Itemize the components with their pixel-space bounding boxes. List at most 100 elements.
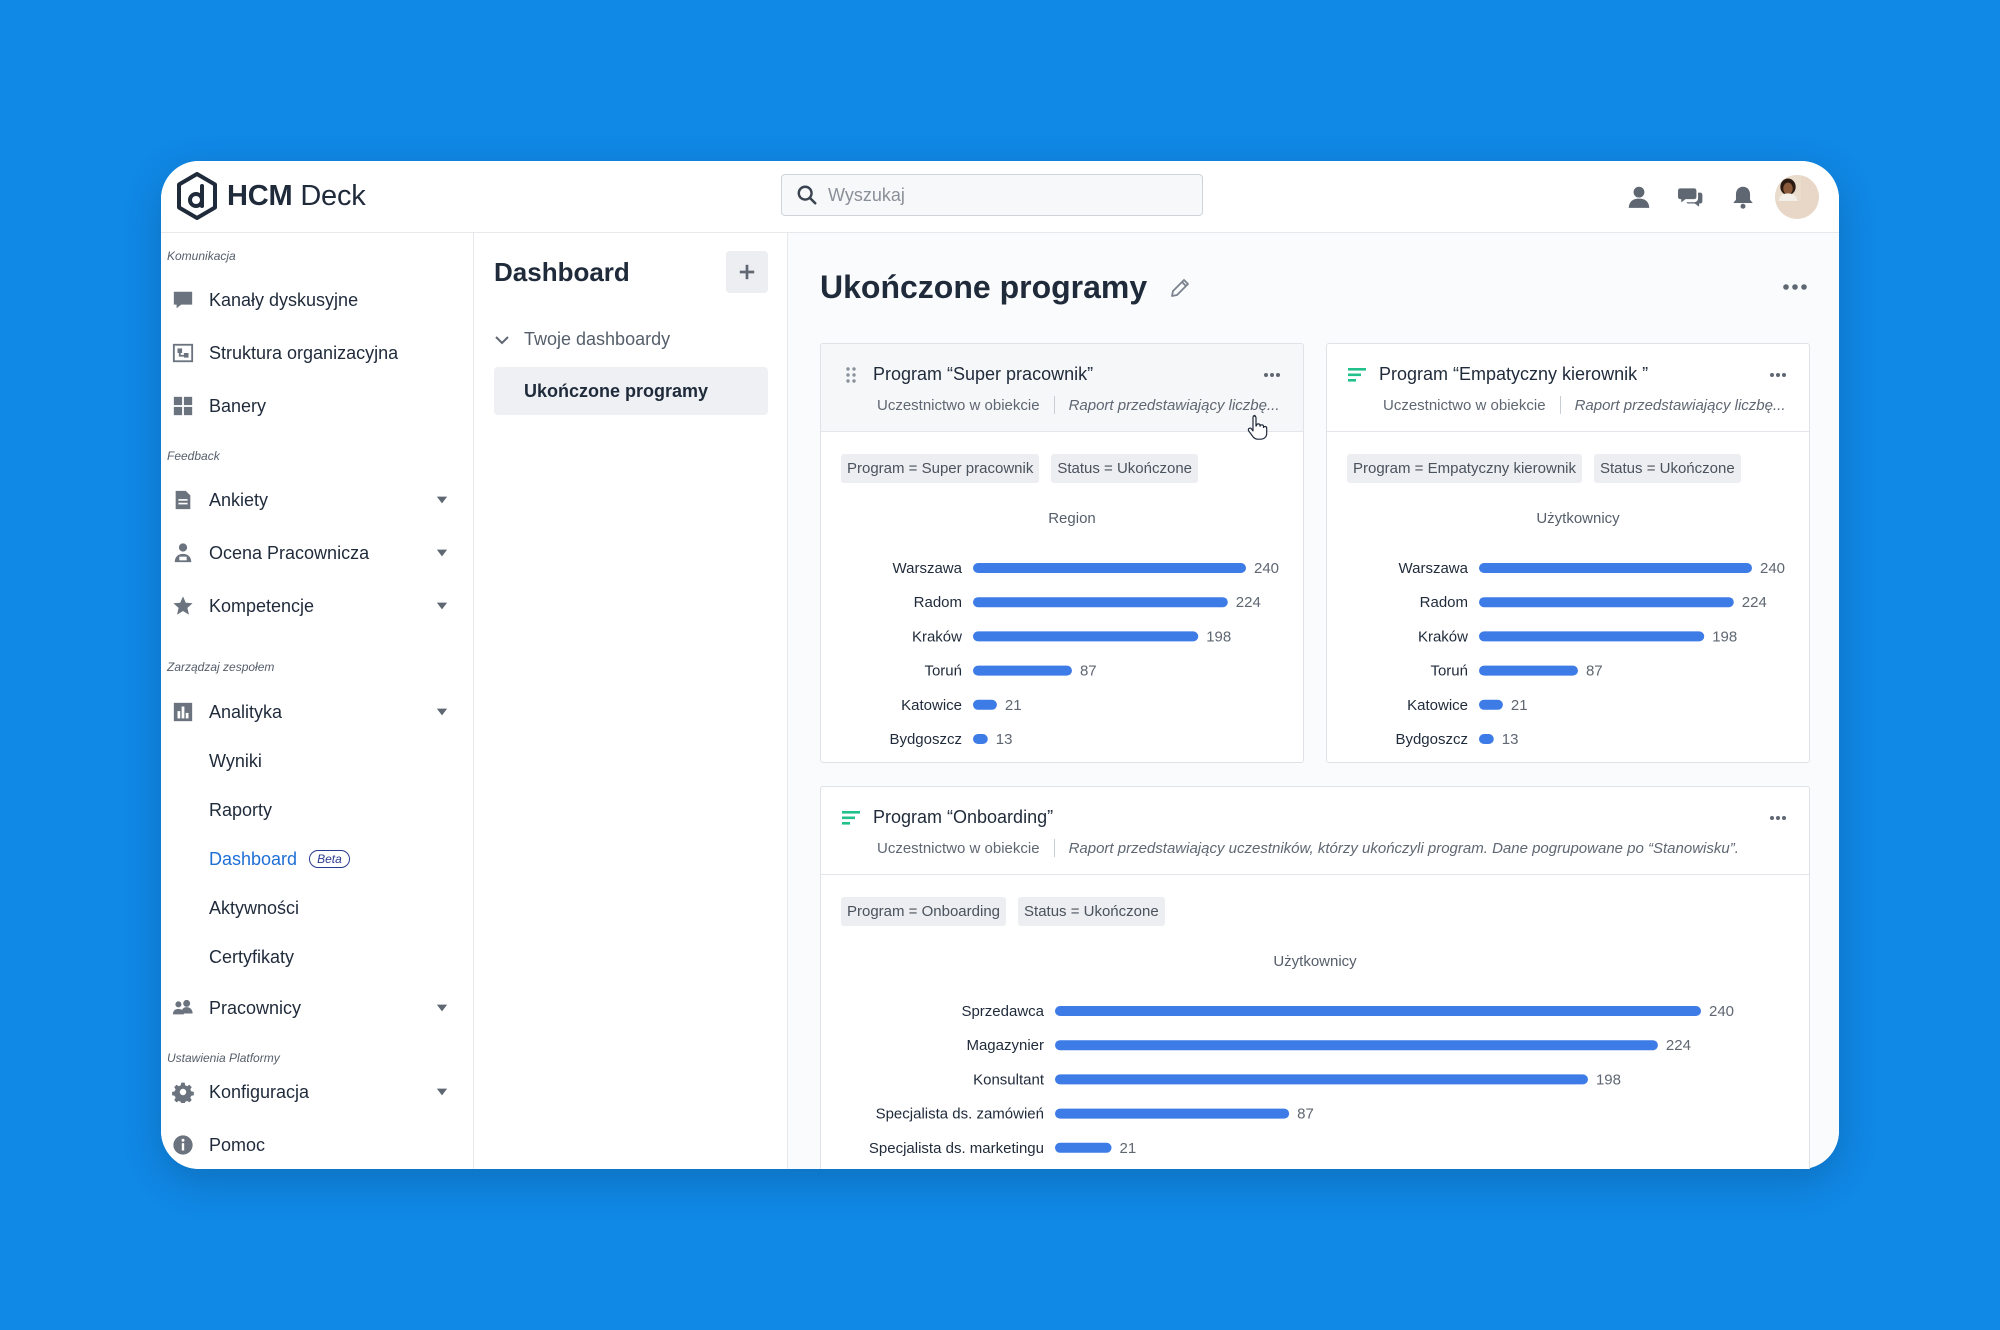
person-review-icon: [171, 541, 195, 565]
sidebar-item-analytics[interactable]: Analityka: [161, 690, 474, 734]
value-label: 240: [1760, 560, 1785, 577]
filter-chip[interactable]: Status = Ukończone: [1018, 897, 1165, 926]
card-more-icon[interactable]: [1263, 370, 1281, 380]
sidebar-item-employees[interactable]: Pracownicy: [161, 986, 474, 1030]
data-bar[interactable]: [1479, 563, 1752, 573]
category-label: Kraków: [1418, 628, 1468, 645]
dashboards-group-toggle[interactable]: Twoje dashboardy: [494, 329, 670, 350]
data-bar[interactable]: [1055, 1040, 1658, 1051]
data-bar[interactable]: [1055, 1142, 1112, 1153]
category-label: Bydgoszcz: [1395, 731, 1468, 748]
hcm-logo-icon: [177, 172, 217, 220]
sidebar-subitem-reports[interactable]: Raporty: [209, 792, 272, 828]
chart-axis-label: Użytkownicy: [1273, 953, 1357, 970]
card-more-icon[interactable]: [1769, 813, 1787, 823]
sidebar-item-label: Konfiguracja: [209, 1081, 310, 1102]
sidebar-item-surveys[interactable]: Ankiety: [161, 478, 474, 522]
sidebar-subitem-results[interactable]: Wyniki: [209, 743, 262, 779]
section-label-communication: Komunikacja: [167, 249, 236, 263]
sidebar-item-competences[interactable]: Kompetencje: [161, 584, 474, 628]
category-label: Magazynier: [966, 1037, 1044, 1054]
add-dashboard-button[interactable]: [726, 251, 768, 293]
section-label-team: Zarządzaj zespołem: [167, 660, 275, 674]
grid-icon: [171, 394, 195, 418]
data-bar[interactable]: [1479, 734, 1494, 744]
sidebar-subitem-certificates[interactable]: Certyfikaty: [209, 939, 294, 975]
filter-chip[interactable]: Program = Super pracownik: [841, 454, 1040, 483]
category-label: Katowice: [901, 697, 962, 714]
data-bar[interactable]: [1479, 665, 1578, 676]
category-label: Toruń: [924, 663, 962, 680]
sidebar-subitem-dashboard[interactable]: Dashboard Beta: [209, 841, 350, 877]
bar-chart: Sprzedawca 240 Magazynier 224 Konsultant 198 S…: [869, 1003, 1734, 1157]
search-input[interactable]: [828, 184, 1188, 206]
data-bar[interactable]: [1479, 597, 1734, 608]
bar-chart: Warszawa 240 Radom 224 Kraków 198 Toruń 87 Katow…: [889, 560, 1279, 748]
dashboard-panel-title: Dashboard: [494, 257, 630, 287]
category-label: Specjalista ds. marketingu: [869, 1140, 1044, 1157]
data-bar[interactable]: [973, 631, 1199, 642]
chevron-down-icon[interactable]: [435, 1001, 449, 1015]
category-label: Specjalista ds. zamówień: [876, 1106, 1044, 1123]
sidebar-item-discussion-channels[interactable]: Kanały dyskusyjne: [161, 278, 474, 322]
filter-chip[interactable]: Status = Ukończone: [1051, 454, 1199, 483]
sidebar-subitem-activities[interactable]: Aktywności: [209, 890, 299, 926]
value-label: 240: [1709, 1003, 1734, 1020]
drag-handle-icon[interactable]: [841, 365, 861, 385]
filter-chip[interactable]: Status = Ukończone: [1594, 454, 1741, 483]
value-label: 13: [996, 731, 1013, 748]
data-bar[interactable]: [1055, 1074, 1588, 1085]
beta-badge: Beta: [309, 850, 350, 868]
data-bar[interactable]: [1055, 1006, 1701, 1016]
messages-button[interactable]: [1665, 173, 1717, 221]
profile-button[interactable]: [1613, 173, 1665, 221]
app-logo[interactable]: HCM Deck: [175, 171, 366, 221]
sidebar-item-label: Pomoc: [209, 1134, 266, 1155]
data-bar[interactable]: [973, 699, 997, 710]
data-bar[interactable]: [973, 563, 1246, 573]
pencil-icon[interactable]: [1169, 277, 1191, 299]
chevron-down-icon[interactable]: [435, 546, 449, 560]
data-bar[interactable]: [973, 665, 1072, 676]
chevron-down-icon[interactable]: [435, 705, 449, 719]
sidebar-item-configuration[interactable]: Konfiguracja: [161, 1070, 474, 1114]
search-box[interactable]: [781, 174, 1203, 216]
sidebar-item-org-structure[interactable]: Struktura organizacyjna: [161, 331, 474, 375]
sidebar-item-label: Ocena Pracownicza: [209, 542, 370, 563]
category-label: Radom: [914, 594, 962, 611]
data-bar[interactable]: [1479, 699, 1503, 710]
data-bar[interactable]: [973, 597, 1228, 608]
value-label: 198: [1206, 628, 1231, 645]
sidebar-item-help[interactable]: Pomoc: [161, 1123, 474, 1167]
card-description: Raport przedstawiający liczbę...: [1574, 396, 1786, 414]
data-bar[interactable]: [1479, 631, 1705, 642]
more-options-icon[interactable]: [1781, 277, 1809, 297]
document-icon: [171, 488, 195, 512]
category-label: Warszawa: [1399, 560, 1469, 577]
filter-chip[interactable]: Program = Empatyczny kierownik: [1347, 454, 1582, 483]
dashboard-item-selected[interactable]: Ukończone programy: [494, 367, 768, 415]
filter-chips: Program = Onboarding Status = Ukończone: [841, 897, 1177, 926]
filter-chip[interactable]: Program = Onboarding: [841, 897, 1007, 926]
sidebar-item-banners[interactable]: Banery: [161, 384, 474, 428]
card-subtitle: Uczestnictwo w obiekcie Raport przedstawi…: [877, 839, 1739, 857]
chart-axis-label: Region: [1048, 510, 1096, 527]
chevron-down-icon[interactable]: [435, 493, 449, 507]
data-bar[interactable]: [1055, 1108, 1290, 1119]
card-more-icon[interactable]: [1769, 370, 1787, 380]
notifications-button[interactable]: [1717, 173, 1769, 221]
data-bar[interactable]: [973, 734, 988, 744]
star-icon: [171, 594, 195, 618]
page-title: Ukończone programy: [820, 269, 1191, 306]
page-title-text: Ukończone programy: [820, 269, 1148, 305]
category-label: Sprzedawca: [961, 1003, 1044, 1020]
avatar[interactable]: [1775, 175, 1819, 219]
chevron-down-icon[interactable]: [435, 599, 449, 613]
card-title: Program “Empatyczny kierownik ”: [1379, 364, 1649, 384]
hand-cursor-icon: [1247, 414, 1268, 440]
chevron-down-icon[interactable]: [435, 1085, 449, 1099]
sidebar-item-employee-review[interactable]: Ocena Pracownicza: [161, 531, 474, 575]
search-icon: [797, 185, 817, 205]
category-label: Kraków: [912, 628, 962, 645]
value-label: 87: [1586, 663, 1603, 680]
